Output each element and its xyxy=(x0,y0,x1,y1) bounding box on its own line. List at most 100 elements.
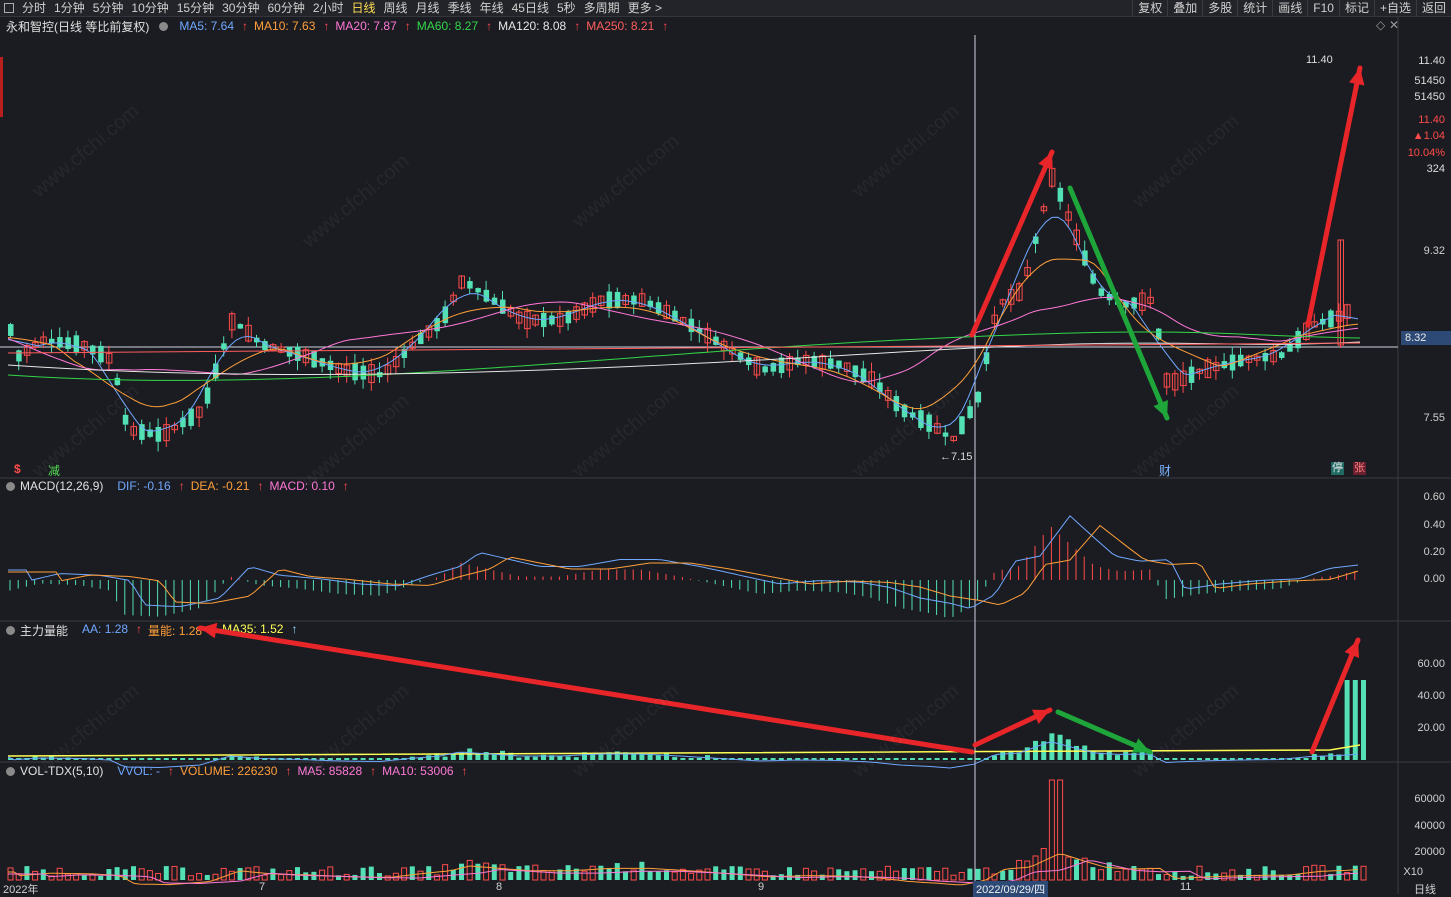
macd-y-1: 0.40 xyxy=(1423,519,1445,531)
zlln-bar xyxy=(1303,758,1309,760)
toolbar-button[interactable]: 返回 xyxy=(1415,0,1451,16)
volume-bar xyxy=(286,870,293,881)
candle-body xyxy=(1262,353,1269,362)
period-tab[interactable]: 日线 xyxy=(348,0,380,16)
zlln-bar xyxy=(245,758,251,760)
volume-bar xyxy=(958,871,965,881)
volume-bar xyxy=(787,867,792,880)
panel-toggle-icon[interactable] xyxy=(4,3,14,13)
volume-bar xyxy=(655,871,661,880)
toolbar-button[interactable]: +自选 xyxy=(1373,0,1416,16)
volume-bar xyxy=(1246,868,1252,880)
zlln-bar xyxy=(196,758,202,760)
candle-body xyxy=(762,366,768,373)
side-marker xyxy=(0,57,3,117)
volume-bar xyxy=(967,868,973,880)
volume-bar xyxy=(204,874,210,880)
volume-bar xyxy=(1319,865,1326,881)
zlln-bar xyxy=(172,758,177,760)
candle-body xyxy=(114,377,121,386)
zlln-bar xyxy=(655,755,661,760)
volume-bar xyxy=(491,864,497,880)
toolbar-button[interactable]: 标记 xyxy=(1338,0,1374,16)
close-icon[interactable]: ✕ xyxy=(1389,18,1399,32)
toolbar-button[interactable]: 多股 xyxy=(1202,0,1237,16)
period-tab[interactable]: 年线 xyxy=(476,0,508,16)
candle-body xyxy=(467,281,473,289)
zlln-bar xyxy=(926,758,932,760)
volume-bar xyxy=(377,873,382,880)
period-tab[interactable]: 5分钟 xyxy=(89,0,128,16)
zlln-bar xyxy=(1115,755,1120,760)
volume-bar xyxy=(442,864,449,881)
volume-bar xyxy=(1279,875,1284,880)
volume-bar xyxy=(1032,855,1039,881)
period-tab[interactable]: 1分钟 xyxy=(50,0,89,16)
toolbar-button[interactable]: F10 xyxy=(1307,0,1339,16)
kline-chart-canvas[interactable] xyxy=(0,17,1451,894)
volume-bar xyxy=(114,867,120,880)
vol-y-unit: X10 xyxy=(1403,866,1423,878)
period-tab[interactable]: 2小时 xyxy=(309,0,348,16)
period-tab[interactable]: 5秒 xyxy=(553,0,580,16)
zlln-bar xyxy=(1164,758,1170,760)
period-tab[interactable]: 多周期 xyxy=(580,0,624,16)
period-tab[interactable]: 周线 xyxy=(380,0,412,16)
y-label-high: 11.40 xyxy=(1418,55,1445,67)
volume-bar xyxy=(1196,865,1203,881)
candle-body xyxy=(204,387,211,404)
zlln-bar xyxy=(680,758,686,760)
finance-marker[interactable]: 财 xyxy=(1159,462,1171,479)
zlln-bar xyxy=(426,755,432,760)
zlln-bar xyxy=(573,757,579,760)
period-tab[interactable]: 60分钟 xyxy=(263,0,308,16)
y-label-price: 11.40 xyxy=(1418,114,1445,126)
volume-bar xyxy=(295,867,300,880)
toolbar-button[interactable]: 统计 xyxy=(1237,0,1272,16)
volume-bar xyxy=(1336,865,1342,880)
limit-up-marker[interactable]: 张 xyxy=(1353,462,1366,475)
volume-bar xyxy=(623,871,628,880)
candle-body xyxy=(237,324,244,329)
crosshair-price-tag: 8.32 xyxy=(1401,331,1451,345)
period-tab[interactable]: 更多 > xyxy=(624,0,666,16)
reduce-marker[interactable]: 减 xyxy=(48,462,60,479)
y-label-volume: 51450 xyxy=(1414,75,1445,87)
zlln-bar xyxy=(1057,734,1063,760)
ma35-line xyxy=(7,744,1361,757)
x-label-7: 7 xyxy=(259,881,266,893)
zlln-bar xyxy=(1197,758,1202,760)
zlln-bar xyxy=(844,758,850,760)
volume-bar xyxy=(671,871,678,881)
volume-bar xyxy=(98,875,104,880)
volume-bar xyxy=(852,870,858,880)
vol-y-1: 40000 xyxy=(1414,820,1445,832)
zlln-bar xyxy=(1328,753,1334,760)
dividend-marker[interactable]: $ xyxy=(14,462,21,476)
zlln-bar xyxy=(877,758,883,760)
period-tab[interactable]: 分时 xyxy=(18,0,50,16)
toolbar-button[interactable]: 画线 xyxy=(1272,0,1307,16)
annotation-arrow-red-head xyxy=(1349,68,1365,86)
period-tab[interactable]: 30分钟 xyxy=(218,0,263,16)
zlln-bar xyxy=(901,758,907,760)
period-tab[interactable]: 10分钟 xyxy=(127,0,172,16)
volume-bar xyxy=(565,865,571,880)
volume-bar xyxy=(581,870,588,881)
zlln-bar xyxy=(442,756,448,760)
volume-bar xyxy=(180,867,186,880)
volume-bar xyxy=(32,870,39,881)
candle-body xyxy=(778,357,785,374)
toolbar-button[interactable]: 复权 xyxy=(1132,0,1167,16)
zlln-bar xyxy=(1352,680,1358,760)
diamond-icon[interactable]: ◇ xyxy=(1376,18,1385,32)
period-tab[interactable]: 季线 xyxy=(444,0,476,16)
toolbar-button[interactable]: 叠加 xyxy=(1167,0,1202,16)
period-tab[interactable]: 45日线 xyxy=(508,0,553,16)
period-tab[interactable]: 月线 xyxy=(412,0,444,16)
suspend-marker[interactable]: 停 xyxy=(1331,462,1344,475)
period-tab[interactable]: 15分钟 xyxy=(173,0,218,16)
zlln-bar xyxy=(1065,739,1071,760)
volume-bar xyxy=(466,859,473,881)
volume-bar xyxy=(532,864,539,881)
